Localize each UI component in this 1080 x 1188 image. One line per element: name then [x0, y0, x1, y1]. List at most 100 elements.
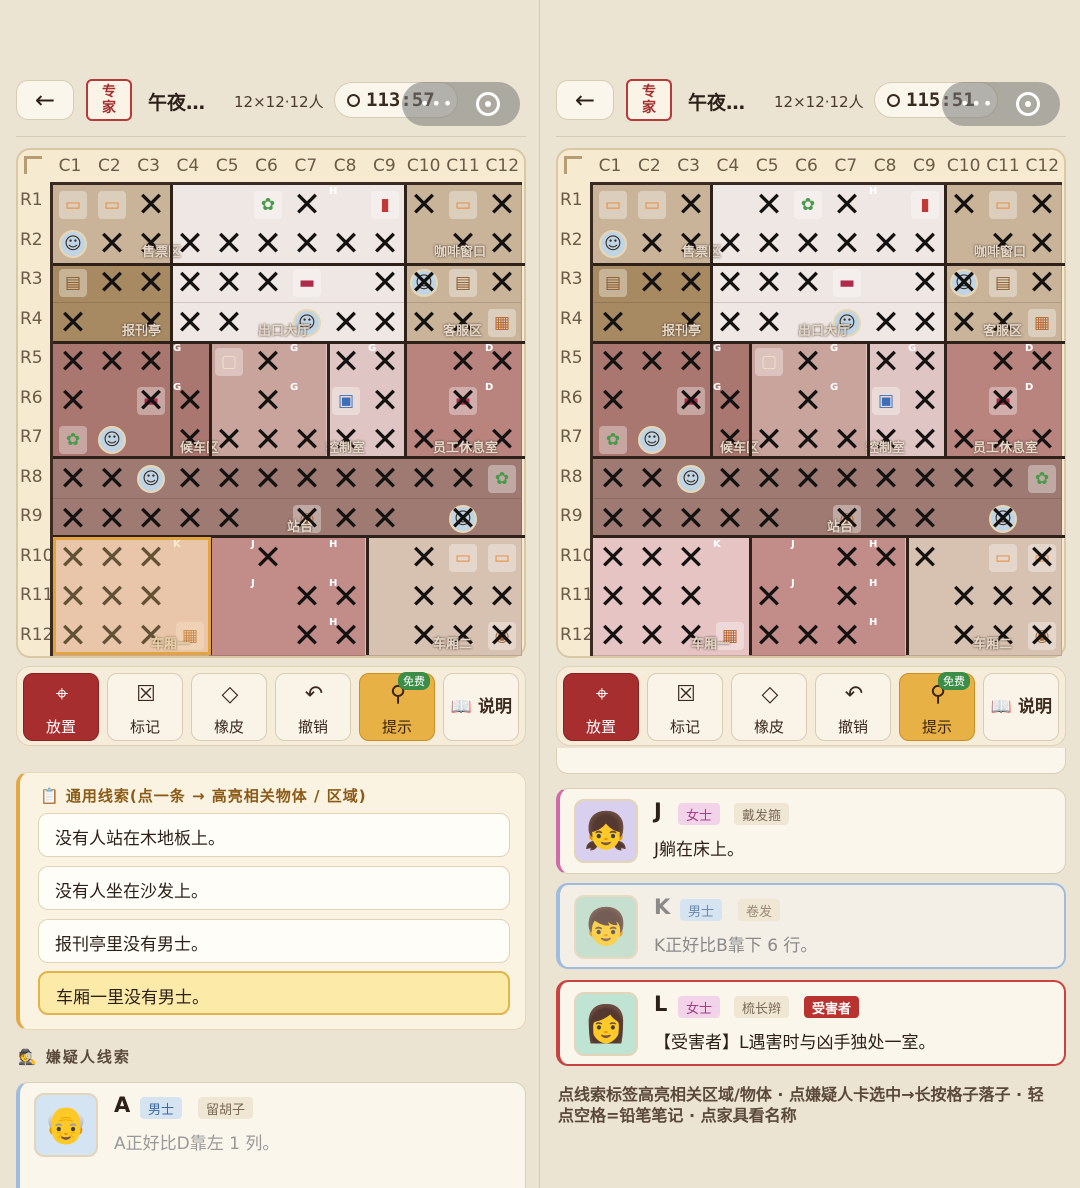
furniture-icon[interactable]: ▭	[98, 191, 126, 219]
board-cell[interactable]: ✕	[866, 341, 906, 382]
board-cell[interactable]: ✕	[593, 302, 633, 343]
board-cell[interactable]: ▬ ✕	[671, 381, 711, 421]
board-cell[interactable]: ✕	[749, 302, 789, 343]
board-cell[interactable]: J	[788, 577, 828, 617]
board-cell[interactable]: ✕	[131, 263, 171, 304]
board-cell[interactable]: ✕	[326, 341, 366, 382]
suspect-token-icon[interactable]: ☺	[59, 230, 87, 259]
board-cell[interactable]: G	[170, 341, 210, 382]
board-cell[interactable]: ✕	[905, 263, 945, 304]
board-cell[interactable]	[905, 616, 945, 657]
board-cell[interactable]: ✕	[404, 459, 444, 500]
board-cell[interactable]: ✕	[827, 616, 867, 657]
board-cell[interactable]: ▭	[983, 537, 1023, 578]
eraser-button[interactable]: ◇ 橡皮	[731, 673, 807, 741]
board-cell[interactable]: H	[866, 577, 906, 617]
board-cell[interactable]: ✕	[53, 459, 93, 500]
board-cell[interactable]: ✕	[905, 420, 945, 461]
board-cell[interactable]: ✕	[827, 537, 867, 578]
board-cell[interactable]: ☺	[53, 224, 93, 265]
board-cell[interactable]	[248, 616, 288, 657]
clue-item-highlighted[interactable]: 车厢一里没有男士。	[38, 971, 510, 1015]
clue-item[interactable]: 没有人站在木地板上。	[38, 813, 510, 857]
board-cell[interactable]: ✕	[593, 341, 633, 382]
board-cell[interactable]: ✕	[92, 341, 132, 382]
board-cell[interactable]: ✕	[710, 459, 750, 500]
board-cell[interactable]: J	[248, 577, 288, 617]
board-cell[interactable]: ✕	[482, 263, 522, 304]
furniture-icon[interactable]: ▬	[293, 269, 321, 298]
board-cell[interactable]	[326, 263, 366, 304]
board-cell[interactable]: ✕	[749, 224, 789, 265]
board-cell[interactable]: ✕	[632, 577, 672, 617]
board-cell[interactable]: ✕	[92, 459, 132, 500]
board-cell[interactable]: ☺	[632, 420, 672, 461]
board-cell[interactable]	[209, 577, 249, 617]
board-cell[interactable]: ✕	[632, 459, 672, 500]
place-button[interactable]: ⌖ 放置	[563, 673, 639, 741]
board-cell[interactable]: ✕	[710, 302, 750, 343]
board-cell[interactable]: G ✕	[170, 381, 210, 421]
board-cell[interactable]: ✕	[287, 224, 327, 265]
board-cell[interactable]: ✕	[404, 577, 444, 617]
furniture-icon[interactable]: ▦	[488, 308, 516, 337]
board-cell[interactable]: ✕	[1022, 263, 1062, 304]
board-cell[interactable]: ✕	[944, 302, 984, 343]
board-cell[interactable]: ✕	[53, 381, 93, 421]
board-cell[interactable]: ▮	[905, 185, 945, 225]
furniture-icon[interactable]: ▭	[488, 543, 516, 572]
board-cell[interactable]	[671, 420, 711, 461]
board-cell[interactable]: ✕	[248, 381, 288, 421]
board-cell[interactable]: ✕	[248, 263, 288, 304]
board-cell[interactable]: ✕	[209, 459, 249, 500]
board-cell[interactable]: H ✕	[866, 537, 906, 578]
furniture-icon[interactable]: ✿	[794, 191, 822, 219]
board-cell[interactable]: ✕	[1022, 224, 1062, 265]
board-cell[interactable]: ✕	[983, 459, 1023, 500]
board-cell[interactable]: G	[827, 381, 867, 421]
board-cell[interactable]: ✕	[866, 224, 906, 265]
board-cell[interactable]: ✕	[632, 341, 672, 382]
board-cell[interactable]: ✕	[287, 577, 327, 617]
undo-button[interactable]: ↶ 撤销	[275, 673, 351, 741]
furniture-icon[interactable]: ✿	[254, 191, 282, 219]
board-cell[interactable]: ✕	[248, 420, 288, 461]
board-cell[interactable]: ▣	[326, 381, 366, 421]
board-cell[interactable]: ✕	[983, 577, 1023, 617]
more-icon[interactable]: •••	[960, 96, 994, 112]
board-cell[interactable]: ✕	[905, 302, 945, 343]
clue-item[interactable]: 报刊亭里没有男士。	[38, 919, 510, 963]
board-cell[interactable]: ✕	[632, 498, 672, 539]
board-cell[interactable]: ✕	[248, 224, 288, 265]
board-cell[interactable]: K	[710, 537, 750, 578]
board-cell[interactable]: H	[326, 537, 366, 578]
board-cell[interactable]: ▭	[632, 185, 672, 225]
board-cell[interactable]	[749, 381, 789, 421]
board-cell[interactable]: ✕	[944, 577, 984, 617]
board-cell[interactable]: ◉ ✕	[482, 616, 522, 657]
board-cell[interactable]: ✕	[326, 302, 366, 343]
board-cell[interactable]: ✕	[326, 224, 366, 265]
board-cell[interactable]: H ✕	[326, 616, 366, 657]
suspect-card-j[interactable]: 👧 J 女士 戴发箍 J躺在床上。	[556, 788, 1066, 874]
board-cell[interactable]: ▤	[53, 263, 93, 304]
board-cell[interactable]	[365, 577, 405, 617]
more-icon[interactable]: •••	[420, 96, 454, 112]
board-cell[interactable]: ✕	[482, 224, 522, 265]
board-cell[interactable]: ✕	[671, 185, 711, 225]
board-cell[interactable]: ▦	[482, 302, 522, 343]
board-cell[interactable]: ▦	[1022, 302, 1062, 343]
board-cell[interactable]: ☺	[92, 420, 132, 461]
help-button[interactable]: 📖 说明	[443, 673, 519, 741]
board-cell[interactable]: ✕	[53, 302, 93, 343]
board-cell[interactable]: ✕	[53, 498, 93, 539]
board-cell[interactable]: ✕	[482, 577, 522, 617]
board-cell[interactable]: ✕	[632, 616, 672, 657]
board-cell[interactable]	[170, 185, 210, 225]
board-cell[interactable]: ✿	[788, 185, 828, 225]
board-cell[interactable]: G ✕	[710, 381, 750, 421]
board-cell[interactable]: ✕	[365, 498, 405, 539]
board-cell[interactable]: ✕	[827, 577, 867, 617]
board-cell[interactable]: ✕	[866, 498, 906, 539]
board-cell[interactable]: ▭	[593, 185, 633, 225]
